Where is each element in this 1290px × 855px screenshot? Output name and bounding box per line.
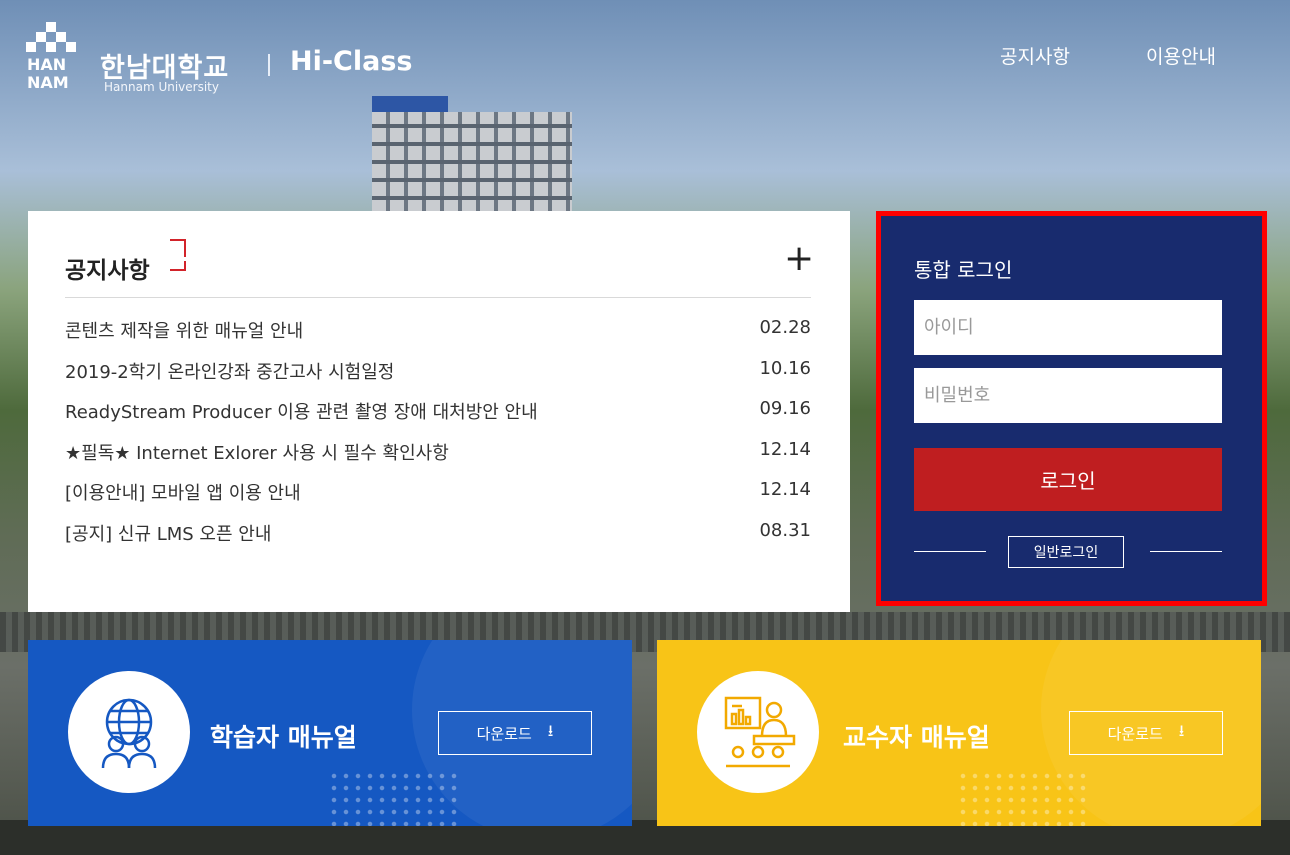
notice-item-title[interactable]: [공지] 신규 LMS 오픈 안내 [65, 520, 271, 561]
logo-product-name: Hi-Class [290, 46, 413, 77]
notice-item-title[interactable]: 콘텐츠 제작을 위한 매뉴얼 안내 [65, 317, 303, 358]
notice-item[interactable]: [이용안내] 모바일 앱 이용 안내 12.14 [65, 479, 811, 520]
card-dot-pattern [957, 770, 1087, 826]
notice-item-title[interactable]: 2019-2학기 온라인강좌 중간고사 시험일정 [65, 358, 394, 399]
svg-text:HAN: HAN [27, 55, 66, 74]
notice-item-date: 08.31 [759, 519, 811, 541]
globe-students-icon [68, 671, 190, 793]
student-manual-card: 학습자 매뉴얼 다운로드 ⭳ [28, 640, 632, 826]
notice-item[interactable]: ★필독★ Internet Exlorer 사용 시 필수 확인사항 12.14 [65, 439, 811, 480]
notice-panel: 공지사항 + 콘텐츠 제작을 위한 매뉴얼 안내 02.28 2019-2학기 … [28, 211, 850, 612]
login-title: 통합 로그인 [914, 258, 1013, 282]
logo-english-name: Hannam University [104, 80, 219, 94]
divider-line-right [1150, 551, 1222, 552]
notice-title: 공지사항 [65, 258, 150, 284]
student-manual-download-button[interactable]: 다운로드 ⭳ [438, 711, 592, 755]
notice-item-title[interactable]: [이용안내] 모바일 앱 이용 안내 [65, 479, 301, 520]
notice-item-title[interactable]: ReadyStream Producer 이용 관련 촬영 장애 대처방안 안내 [65, 398, 538, 439]
notice-title-accent-bottom [170, 261, 186, 271]
notice-item[interactable]: [공지] 신규 LMS 오픈 안내 08.31 [65, 520, 811, 561]
notice-item[interactable]: ReadyStream Producer 이용 관련 촬영 장애 대처방안 안내… [65, 398, 811, 439]
notice-item[interactable]: 콘텐츠 제작을 위한 매뉴얼 안내 02.28 [65, 317, 811, 358]
professor-manual-download-button[interactable]: 다운로드 ⭳ [1069, 711, 1223, 755]
hannam-logo-mark-icon: HAN NAM [26, 22, 84, 94]
lecture-presentation-icon [697, 671, 819, 793]
notice-divider [65, 297, 811, 298]
svg-text:NAM: NAM [27, 73, 69, 92]
header: HAN NAM 한남대학교 Hi-Class Hannam University… [0, 0, 1290, 110]
professor-manual-card: 교수자 매뉴얼 다운로드 ⭳ [657, 640, 1261, 826]
professor-manual-title: 교수자 매뉴얼 [843, 723, 990, 752]
card-dot-pattern [328, 770, 458, 826]
notice-item[interactable]: 2019-2학기 온라인강좌 중간고사 시험일정 10.16 [65, 358, 811, 399]
nav-notice-link[interactable]: 공지사항 [1000, 42, 1070, 69]
download-icon: ⭳ [547, 720, 554, 740]
integrated-login-panel: 통합 로그인 로그인 일반로그인 [876, 211, 1267, 606]
notice-item-date: 02.28 [759, 317, 811, 338]
download-icon: ⭳ [1178, 720, 1185, 740]
normal-login-button[interactable]: 일반로그인 [1008, 536, 1124, 568]
login-button[interactable]: 로그인 [914, 448, 1222, 511]
notice-title-accent [170, 239, 186, 257]
notice-list: 콘텐츠 제작을 위한 매뉴얼 안내 02.28 2019-2학기 온라인강좌 중… [65, 317, 811, 560]
download-label: 다운로드 [476, 724, 532, 743]
download-label: 다운로드 [1107, 724, 1163, 743]
site-logo[interactable]: HAN NAM 한남대학교 Hi-Class Hannam University [26, 22, 446, 102]
notice-item-title[interactable]: ★필독★ Internet Exlorer 사용 시 필수 확인사항 [65, 439, 449, 480]
user-id-input[interactable] [914, 300, 1222, 355]
divider-line-left [914, 551, 986, 552]
nav-guide-link[interactable]: 이용안내 [1146, 42, 1216, 69]
notice-item-date: 09.16 [759, 398, 811, 419]
student-manual-title: 학습자 매뉴얼 [210, 723, 357, 752]
notice-item-date: 12.14 [759, 438, 811, 460]
notice-item-date: 12.14 [759, 479, 811, 500]
plus-icon[interactable]: + [784, 241, 814, 277]
password-input[interactable] [914, 368, 1222, 423]
logo-separator [268, 54, 270, 76]
notice-item-date: 10.16 [759, 357, 811, 379]
